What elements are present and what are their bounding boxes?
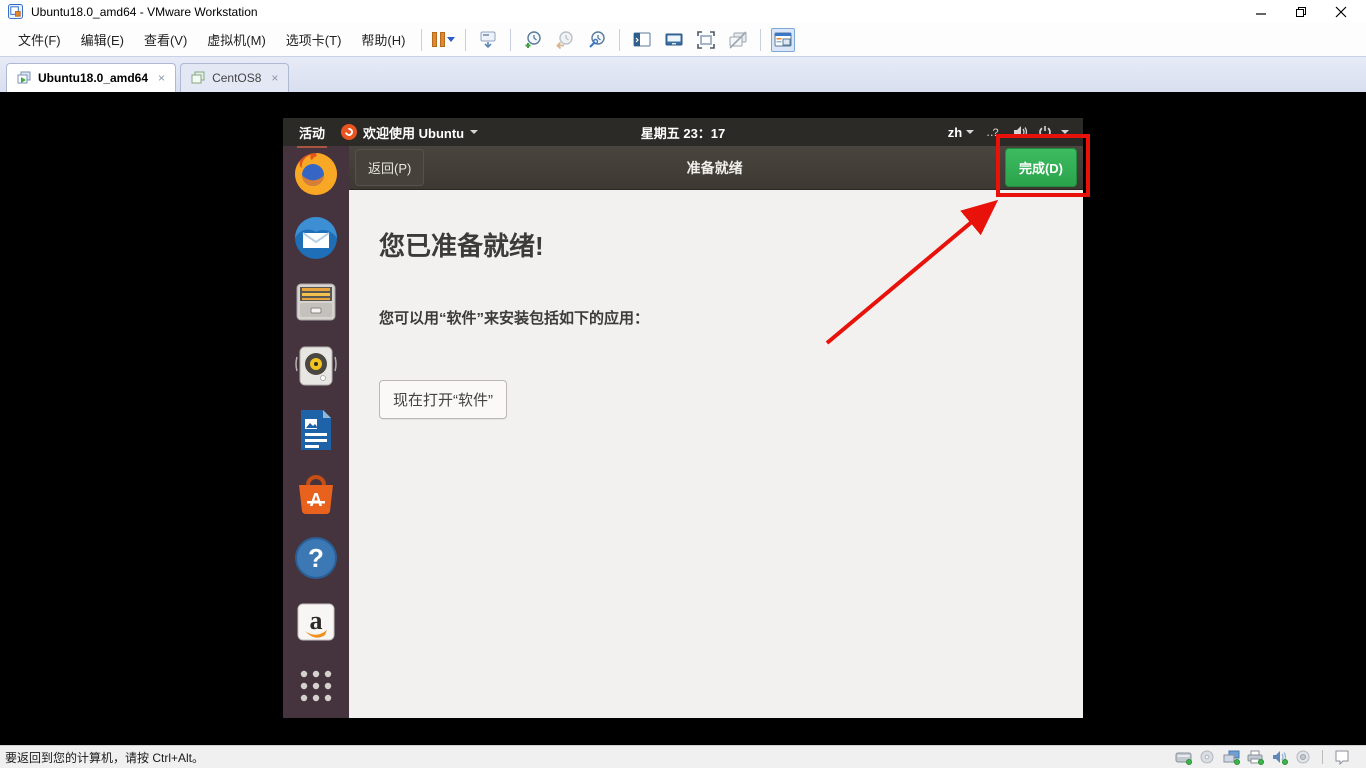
vmware-icon [8, 4, 23, 19]
help-icon[interactable]: ? [293, 535, 339, 581]
menu-help[interactable]: 帮助(H) [351, 25, 415, 54]
status-bar: 要返回到您的计算机，请按 Ctrl+Alt。 [0, 745, 1366, 768]
cycle-monitors-icon[interactable] [726, 28, 750, 52]
rhythmbox-icon[interactable] [293, 343, 339, 389]
tab-ubuntu[interactable]: Ubuntu18.0_amd64 × [6, 63, 177, 92]
libreoffice-writer-icon[interactable] [293, 407, 339, 453]
files-icon[interactable] [293, 279, 339, 325]
status-message: 要返回到您的计算机，请按 Ctrl+Alt。 [5, 750, 205, 765]
clock[interactable]: 星期五 23：17 [641, 123, 726, 142]
network-adapter-icon[interactable] [1222, 750, 1240, 765]
power-icon [1039, 126, 1051, 138]
restore-button[interactable] [1294, 5, 1308, 19]
menu-edit[interactable]: 编辑(E) [71, 25, 134, 54]
menu-tabs[interactable]: 选项卡(T) [276, 25, 352, 54]
unity-mode-icon[interactable] [662, 28, 686, 52]
hard-disk-icon[interactable] [1174, 750, 1192, 765]
tab-close-icon[interactable]: × [271, 71, 278, 85]
caret-down-icon [470, 130, 479, 134]
help-glyph: ? [308, 543, 324, 573]
back-button[interactable]: 返回(P) [355, 149, 425, 186]
open-software-button[interactable]: 现在打开“软件” [379, 380, 507, 419]
menu-file[interactable]: 文件(F) [8, 25, 71, 54]
suspend-caret-icon[interactable] [447, 37, 456, 42]
close-button[interactable] [1334, 5, 1348, 19]
printer-icon[interactable] [1246, 750, 1264, 765]
ready-heading: 您已准备就绪! [379, 231, 544, 261]
ubuntu-logo-icon [341, 124, 358, 140]
gnome-top-bar: 活动 欢迎使用 Ubuntu 星期五 23：17 zh ‥?‥ [283, 118, 1083, 148]
tab-centos[interactable]: CentOS8 × [180, 63, 290, 92]
tray-separator [1322, 750, 1323, 764]
suspend-pause-icon[interactable] [432, 32, 456, 47]
system-status-area[interactable]: ‥?‥ [986, 125, 1070, 139]
snapshot-take-icon[interactable] [521, 28, 545, 52]
software-glyph: A [310, 490, 323, 510]
toolbar-separator [619, 28, 621, 51]
snapshot-manager-icon[interactable] [585, 28, 609, 52]
minimize-button[interactable] [1254, 5, 1268, 19]
setup-content: 您已准备就绪! 您可以用“软件”来安装包括如下的应用： 现在打开“软件” [349, 190, 1083, 718]
sound-icon[interactable] [1270, 750, 1288, 765]
toolbar-separator [760, 28, 762, 51]
vm-icon [191, 71, 205, 84]
tab-label: CentOS8 [212, 71, 262, 85]
amazon-icon[interactable]: a [293, 599, 339, 645]
menu-view[interactable]: 查看(V) [134, 25, 197, 54]
thunderbird-icon[interactable] [293, 215, 339, 261]
title-bar: Ubuntu18.0_amd64 - VMware Workstation [0, 0, 1366, 23]
console-view-icon[interactable] [630, 28, 654, 52]
tab-close-icon[interactable]: × [158, 71, 165, 85]
firefox-icon[interactable] [293, 151, 339, 197]
done-button[interactable]: 完成(D) [1004, 148, 1077, 187]
toolbar-separator [421, 28, 423, 51]
tab-bar: Ubuntu18.0_amd64 × CentOS8 × [0, 57, 1366, 92]
caret-down-icon [966, 130, 975, 134]
vm-display-area: 活动 欢迎使用 Ubuntu 星期五 23：17 zh ‥?‥ A ? a 返回… [0, 92, 1366, 745]
activities-button[interactable]: 活动 [297, 119, 328, 148]
volume-icon [1014, 126, 1028, 138]
send-ctrl-alt-del-icon[interactable] [476, 28, 500, 52]
language-indicator[interactable]: zh [948, 125, 975, 140]
toolbar-separator [510, 28, 512, 51]
vm-running-icon [17, 71, 31, 84]
app-grid-icon[interactable] [293, 663, 339, 709]
snapshot-revert-icon[interactable] [553, 28, 577, 52]
initial-setup-window: 返回(P) 准备就绪 完成(D) 您已准备就绪! 您可以用“软件”来安装包括如下… [349, 146, 1083, 718]
device-tray [1174, 750, 1361, 765]
ubuntu-software-icon[interactable]: A [293, 471, 339, 517]
window-title: Ubuntu18.0_amd64 - VMware Workstation [31, 4, 258, 19]
setup-header-bar: 返回(P) 准备就绪 完成(D) [349, 146, 1083, 190]
cd-rom-icon[interactable] [1198, 750, 1216, 765]
network-question-icon: ‥?‥ [986, 126, 1005, 139]
message-log-icon[interactable] [1333, 750, 1351, 765]
ubuntu-guest-screen: 活动 欢迎使用 Ubuntu 星期五 23：17 zh ‥?‥ A ? a 返回… [283, 118, 1083, 718]
app-menu-button[interactable]: 欢迎使用 Ubuntu [341, 123, 479, 142]
tab-label: Ubuntu18.0_amd64 [38, 71, 149, 85]
menu-vm[interactable]: 虚拟机(M) [197, 25, 276, 54]
ubuntu-dock: A ? a [283, 146, 349, 718]
software-description: 您可以用“软件”来安装包括如下的应用： [379, 310, 650, 327]
amazon-glyph: a [310, 606, 323, 635]
caret-down-icon [1061, 130, 1070, 134]
library-toggle-icon[interactable] [771, 27, 796, 52]
menu-bar: 文件(F) 编辑(E) 查看(V) 虚拟机(M) 选项卡(T) 帮助(H) [0, 23, 1366, 57]
app-menu-label: 欢迎使用 Ubuntu [363, 125, 465, 141]
toolbar-separator [465, 28, 467, 51]
fullscreen-icon[interactable] [694, 28, 718, 52]
usb-device-icon[interactable] [1294, 750, 1312, 765]
vmware-workstation-window: Ubuntu18.0_amd64 - VMware Workstation 文件… [0, 0, 1366, 768]
setup-title: 准备就绪 [686, 159, 743, 176]
